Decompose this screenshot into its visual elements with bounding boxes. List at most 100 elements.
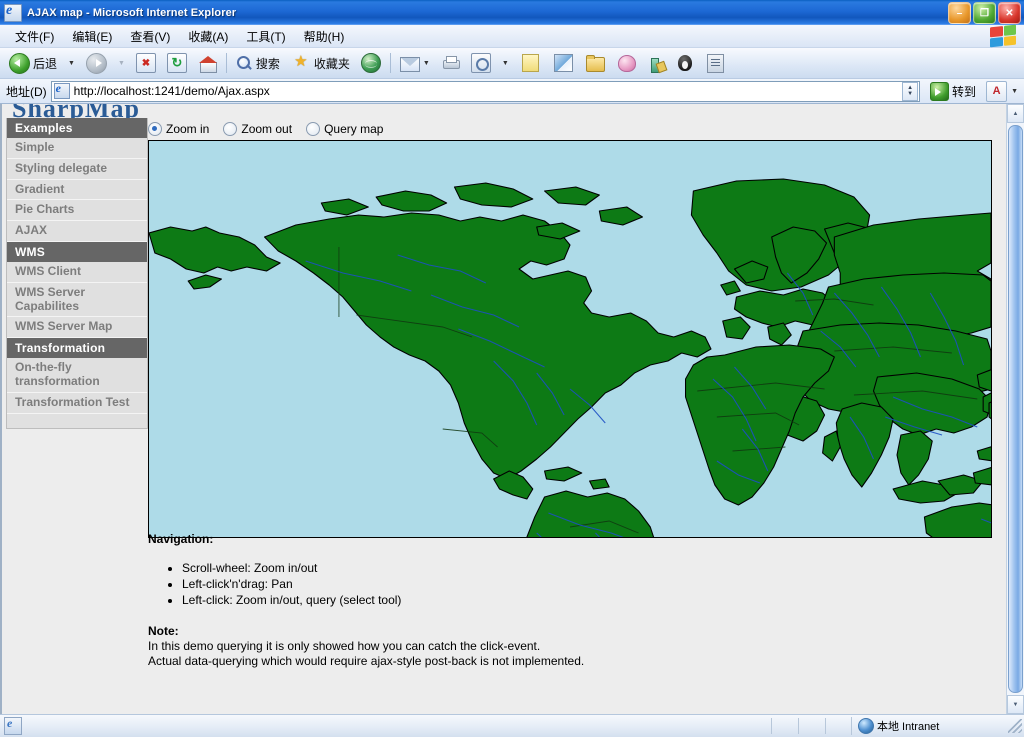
status-separator <box>771 718 772 734</box>
radio-query-map-button[interactable] <box>306 122 321 136</box>
refresh-button[interactable] <box>162 50 192 76</box>
forward-arrow-icon <box>85 52 107 74</box>
download-button[interactable] <box>581 50 610 76</box>
home-icon <box>198 54 217 73</box>
search-label: 搜索 <box>255 56 280 71</box>
radio-zoom-in-button[interactable] <box>148 122 162 136</box>
status-security-zone[interactable]: 本地 Intranet <box>851 717 1008 735</box>
history-dropdown-button[interactable]: ▼ <box>497 50 514 76</box>
qq-penguin-icon <box>677 55 692 71</box>
home-button[interactable] <box>193 50 222 76</box>
sidebar-item-transformation-test[interactable]: Transformation Test <box>7 392 147 414</box>
sidebar-item-wms-server-capabilites[interactable]: WMS Server Capabilites <box>7 282 147 318</box>
window-controls: – ❐ ✕ <box>948 2 1021 24</box>
search-icon <box>236 55 253 72</box>
minimize-button[interactable]: – <box>948 2 971 24</box>
toolbar-separator <box>225 53 227 73</box>
chevron-down-icon: ▼ <box>907 91 914 97</box>
document-button[interactable] <box>700 50 731 76</box>
note-line: Actual data-querying which would require… <box>148 654 585 668</box>
mail-button[interactable]: ▼ <box>395 50 435 76</box>
forward-dropdown-button[interactable]: ▼ <box>113 50 130 76</box>
sidebar-item-gradient[interactable]: Gradient <box>7 179 147 201</box>
menu-edit[interactable]: 编辑(E) <box>63 26 121 47</box>
radio-zoom-out-label: Zoom out <box>241 122 293 136</box>
page-scrollbar-vertical[interactable]: ▲ ▼ <box>1006 104 1024 714</box>
status-zone-label: 本地 Intranet <box>877 721 940 733</box>
status-pane-3 <box>827 718 851 734</box>
note-line: In this demo querying it is only showed … <box>148 639 541 653</box>
radio-zoom-out[interactable]: Zoom out <box>223 122 302 136</box>
sidebar-item-wms-server-map[interactable]: WMS Server Map <box>7 317 147 339</box>
page-favicon-icon <box>53 81 70 99</box>
piggy-icon <box>617 54 636 72</box>
menu-view[interactable]: 查看(V) <box>121 26 179 47</box>
forward-button[interactable] <box>81 50 112 76</box>
address-bar: 地址(D) http://localhost:1241/demo/Ajax.as… <box>0 79 1024 104</box>
radio-zoom-out-button[interactable] <box>223 122 238 136</box>
document-icon <box>706 53 724 73</box>
go-arrow-icon <box>930 81 950 101</box>
menu-help[interactable]: 帮助(H) <box>295 26 354 47</box>
piggy-button[interactable] <box>611 50 643 76</box>
restore-button[interactable]: ❐ <box>973 2 996 24</box>
scroll-down-button[interactable]: ▼ <box>1007 695 1024 714</box>
scrollbar-thumb[interactable] <box>1008 125 1023 693</box>
media-button[interactable] <box>356 50 386 76</box>
scroll-up-button[interactable]: ▲ <box>1007 104 1024 123</box>
chevron-down-icon: ▼ <box>501 59 509 67</box>
address-url-text: http://localhost:1241/demo/Ajax.aspx <box>73 84 270 98</box>
sidebar-item-pie-charts[interactable]: Pie Charts <box>7 200 147 222</box>
status-separator <box>825 718 826 734</box>
menu-file[interactable]: 文件(F) <box>6 26 63 47</box>
messenger-button[interactable] <box>547 50 580 76</box>
qq-button[interactable] <box>671 50 699 76</box>
translate-icon <box>649 55 665 73</box>
stop-button[interactable] <box>131 50 161 76</box>
back-dropdown-button[interactable]: ▼ <box>63 50 80 76</box>
translate-button[interactable] <box>644 50 670 76</box>
print-button[interactable] <box>436 50 465 76</box>
go-button[interactable]: 转到 <box>924 80 982 102</box>
history-icon <box>470 53 491 73</box>
sidebar-filler <box>7 413 147 428</box>
windows-logo-icon <box>990 24 1016 48</box>
menu-favorites[interactable]: 收藏(A) <box>179 26 237 47</box>
messenger-icon <box>553 54 573 72</box>
search-button[interactable]: 搜索 <box>231 50 285 76</box>
back-button[interactable]: 后退 <box>4 50 62 76</box>
menu-bar: 文件(F) 编辑(E) 查看(V) 收藏(A) 工具(T) 帮助(H) <box>0 24 1024 48</box>
sidebar-item-on-the-fly-transformation[interactable]: On-the-fly transformation <box>7 358 147 393</box>
pdf-toolbar-button[interactable] <box>986 80 1008 102</box>
resize-grip[interactable] <box>1008 719 1022 733</box>
close-button[interactable]: ✕ <box>998 2 1021 24</box>
radio-query-map[interactable]: Query map <box>306 122 393 136</box>
notes-button[interactable] <box>515 50 546 76</box>
radio-query-map-label: Query map <box>324 122 384 136</box>
page-content: SharpMap Examples Simple Styling delegat… <box>2 104 1006 714</box>
map-image[interactable] <box>148 140 992 538</box>
back-label: 后退 <box>33 56 58 71</box>
go-label: 转到 <box>952 84 977 99</box>
sidebar-item-styling-delegate[interactable]: Styling delegate <box>7 158 147 180</box>
sidebar-item-simple[interactable]: Simple <box>7 138 147 159</box>
address-label: 地址(D) <box>6 84 47 99</box>
ie-document-icon <box>4 3 22 22</box>
map-tool-selector: Zoom in Zoom out Query map <box>148 118 992 140</box>
refresh-icon <box>166 53 187 73</box>
history-button[interactable] <box>466 50 496 76</box>
sidebar-item-ajax[interactable]: AJAX <box>7 221 147 242</box>
address-dropdown-button[interactable]: ▲ ▼ <box>902 81 919 101</box>
favorites-button[interactable]: ★ 收藏夹 <box>286 50 355 76</box>
address-input[interactable]: http://localhost:1241/demo/Ajax.aspx ▲ ▼ <box>50 80 921 102</box>
notes-icon <box>521 54 539 72</box>
world-map-svg[interactable] <box>149 141 991 537</box>
chevron-down-icon: ▼ <box>422 59 430 67</box>
sidebar-item-wms-client[interactable]: WMS Client <box>7 261 147 283</box>
toolbar-separator <box>389 53 391 73</box>
favorites-label: 收藏夹 <box>313 56 350 71</box>
back-arrow-icon <box>9 52 30 74</box>
scrollbar-track[interactable] <box>1007 123 1024 695</box>
menu-tools[interactable]: 工具(T) <box>237 26 294 47</box>
radio-zoom-in[interactable]: Zoom in <box>148 122 219 136</box>
